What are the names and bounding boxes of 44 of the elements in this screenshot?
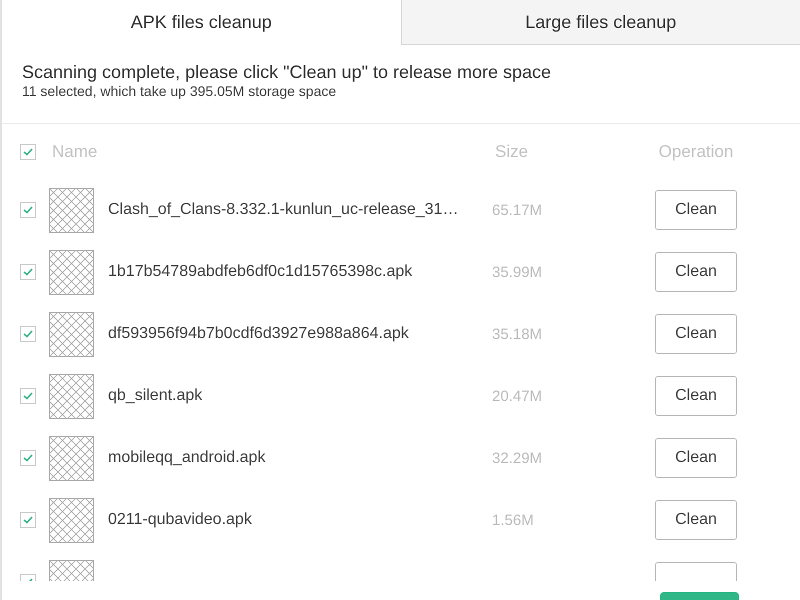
file-name: df593956f94b7b0cdf6d3927e988a864.apk: [108, 325, 410, 343]
checkbox[interactable]: [20, 264, 36, 280]
file-size: 20.47M: [492, 388, 544, 404]
check-icon: [23, 206, 33, 214]
file-size: 32.29M: [492, 450, 544, 466]
clean-button[interactable]: Clean: [655, 314, 737, 354]
checkbox[interactable]: [20, 512, 36, 528]
file-size: 35.18M: [492, 326, 544, 342]
clean-button[interactable]: Clean: [655, 438, 737, 478]
checkbox[interactable]: [20, 326, 36, 342]
column-header: Name: [52, 142, 98, 162]
checkbox[interactable]: [20, 144, 36, 160]
check-icon: [23, 392, 33, 400]
file-size: 1.56M: [492, 512, 535, 528]
check-icon: [23, 516, 33, 524]
check-icon: [23, 454, 33, 462]
tab[interactable]: Large files cleanup: [400, 0, 800, 45]
check-icon: [23, 330, 33, 338]
hatched-thumbnail-icon: [49, 312, 94, 356]
file-name: 1b17b54789abdfeb6df0c1d15765398c.apk: [108, 263, 414, 281]
clean-button[interactable]: Clean: [655, 376, 737, 416]
hatched-thumbnail-icon: [49, 374, 94, 418]
check-icon: [23, 268, 33, 276]
checkbox[interactable]: [20, 450, 36, 466]
checkbox[interactable]: [20, 388, 36, 404]
check-icon: [23, 148, 33, 156]
column-header: Operation: [658, 142, 734, 162]
scan-status-text: Scanning complete, please click "Clean up" to release more space: [22, 61, 552, 83]
column-header: Size: [495, 142, 528, 162]
clean-button[interactable]: Clean: [655, 252, 737, 292]
hatched-thumbnail-icon: [49, 436, 94, 480]
file-size: 65.17M: [492, 202, 544, 218]
file-name: Clash_of_Clans-8.332.1-kunlun_uc-release_31…: [108, 201, 460, 219]
selection-summary-text: 11 selected, which take up 395.05M storage space: [22, 83, 336, 100]
hatched-thumbnail-icon: [49, 498, 94, 542]
clean-button[interactable]: Clean: [655, 500, 737, 540]
file-name: qb_silent.apk: [108, 387, 204, 405]
hatched-thumbnail-icon: [49, 250, 94, 294]
file-name: mobileqq_android.apk: [108, 449, 266, 467]
file-name: 0211-qubavideo.apk: [108, 511, 253, 529]
hatched-thumbnail-icon: [49, 188, 94, 232]
clean-button[interactable]: Clean: [655, 190, 737, 230]
checkbox[interactable]: [20, 202, 36, 218]
file-size: 35.99M: [492, 264, 544, 280]
